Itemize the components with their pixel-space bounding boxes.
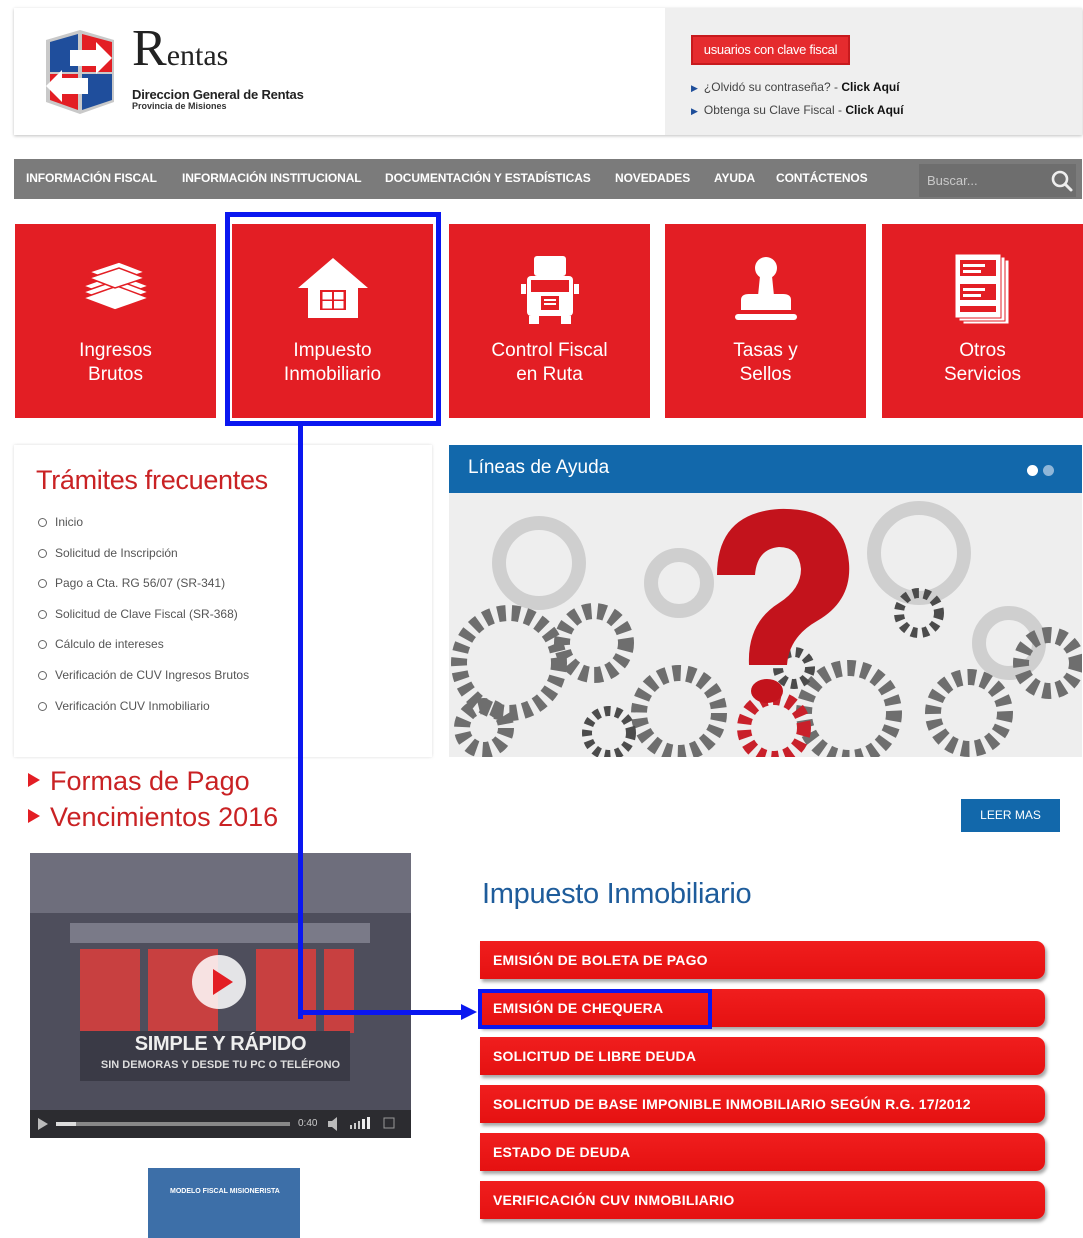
forgot-password-link[interactable]: ▶ ¿Olvidó su contraseña? - Click Aquí (691, 80, 900, 94)
list-item[interactable]: Pago a Cta. RG 56/07 (SR-341) (38, 576, 249, 607)
circle-bullet-icon (38, 701, 47, 711)
highlight-box-chequera (478, 989, 712, 1029)
formas-de-pago-link[interactable]: Formas de Pago (28, 766, 250, 797)
nav-item-documentacion[interactable]: DOCUMENTACIÓN Y ESTADÍSTICAS (385, 171, 591, 185)
tile-ingresos-brutos[interactable]: Ingresos Brutos (15, 224, 216, 418)
clave-fiscal-login-button[interactable]: usuarios con clave fiscal (691, 35, 850, 65)
tile-label: Tasas y Sellos (733, 340, 798, 385)
documents-icon (954, 254, 1009, 325)
bullet-triangle-icon: ▶ (691, 83, 698, 93)
play-icon[interactable] (191, 954, 247, 1010)
list-item[interactable]: Inicio (38, 515, 249, 546)
modelo-fiscal-book-image[interactable]: MODELO FISCAL MISIONERISTA (148, 1168, 300, 1238)
nav-item-informacion-fiscal[interactable]: INFORMACIÓN FISCAL (26, 171, 157, 185)
list-item[interactable]: Cálculo de intereses (38, 637, 249, 668)
lineas-de-ayuda-slider: Líneas de Ayuda (449, 445, 1082, 757)
video-caption: SIMPLE Y RÁPIDO (134, 1033, 307, 1055)
book-title: MODELO FISCAL MISIONERISTA (170, 1188, 280, 1195)
tramites-title: Trámites frecuentes (36, 465, 268, 495)
impuesto-inmobiliario-title: Impuesto Inmobiliario (482, 878, 752, 910)
tile-label: Otros Servicios (943, 340, 1022, 385)
tile-label: Control Fiscal en Ruta (491, 340, 608, 385)
search-input[interactable] (927, 170, 1039, 190)
rentas-logo-icon[interactable] (40, 26, 118, 118)
tile-label: Ingresos Brutos (79, 340, 152, 385)
nav-item-ayuda[interactable]: AYUDA (714, 171, 755, 185)
tile-control-fiscal[interactable]: Control Fiscal en Ruta (449, 224, 650, 418)
connector-line-horizontal (298, 1010, 465, 1015)
tile-otros-servicios[interactable]: Otros Servicios (882, 224, 1083, 418)
list-item[interactable]: Verificación CUV Inmobiliario (38, 699, 249, 730)
circle-bullet-icon (38, 609, 47, 619)
circle-bullet-icon (38, 518, 47, 527)
circle-bullet-icon (38, 640, 47, 650)
circle-bullet-icon (38, 548, 47, 558)
lineas-title-bar: Líneas de Ayuda (449, 445, 1082, 493)
arrow-right-icon (28, 773, 40, 787)
libre-deuda-button[interactable]: SOLICITUD DE LIBRE DEUDA (480, 1037, 1045, 1075)
slider-dot-active[interactable] (1027, 465, 1038, 476)
money-stack-icon (80, 261, 151, 311)
org-province: Provincia de Misiones (132, 101, 227, 111)
estado-deuda-button[interactable]: ESTADO DE DEUDA (480, 1133, 1045, 1171)
circle-bullet-icon (38, 670, 47, 680)
logo-wordmark: Rentas (132, 20, 229, 77)
video-duration: 0:40 (298, 1118, 318, 1129)
arrow-right-icon (28, 809, 40, 823)
stamp-icon (734, 257, 797, 320)
tramites-frecuentes-panel: Trámites frecuentes Inicio Solicitud de … (14, 445, 432, 757)
lineas-title: Líneas de Ayuda (468, 457, 610, 478)
tramites-list: Inicio Solicitud de Inscripción Pago a C… (38, 515, 249, 729)
circle-bullet-icon (38, 579, 47, 589)
slider-dot[interactable] (1043, 465, 1054, 476)
gears-question-image (449, 493, 1082, 757)
nav-item-contactenos[interactable]: CONTÁCTENOS (776, 171, 868, 185)
base-imponible-button[interactable]: SOLICITUD DE BASE IMPONIBLE INMOBILIARIO… (480, 1085, 1045, 1123)
verificacion-cuv-button[interactable]: VERIFICACIÓN CUV INMOBILIARIO (480, 1181, 1045, 1219)
list-item[interactable]: Solicitud de Inscripción (38, 546, 249, 577)
search-icon[interactable] (1049, 168, 1075, 194)
list-item[interactable]: Verificación de CUV Ingresos Brutos (38, 668, 249, 699)
org-name: Direccion General de Rentas (132, 87, 304, 102)
list-item[interactable]: Solicitud de Clave Fiscal (SR-368) (38, 607, 249, 638)
video-controls: 0:40 (30, 1110, 411, 1138)
truck-icon (520, 256, 579, 324)
vencimientos-link[interactable]: Vencimientos 2016 (28, 802, 278, 833)
login-panel: usuarios con clave fiscal ▶ ¿Olvidó su co… (665, 8, 1082, 135)
main-nav: INFORMACIÓN FISCAL INFORMACIÓN INSTITUCI… (14, 159, 1082, 199)
obtain-clave-link[interactable]: ▶ Obtenga su Clave Fiscal - Click Aquí (691, 103, 904, 117)
connector-arrow-icon (461, 1004, 477, 1020)
video-subcaption: SIN DEMORAS Y DESDE TU PC O TELÉFONO (100, 1059, 341, 1071)
highlight-box-inmobiliario (225, 212, 441, 426)
nav-item-informacion-institucional[interactable]: INFORMACIÓN INSTITUCIONAL (182, 171, 362, 185)
bullet-triangle-icon: ▶ (691, 106, 698, 116)
leer-mas-button[interactable]: LEER MAS (961, 799, 1060, 832)
site-header: Rentas Direccion General de Rentas Provi… (14, 8, 1082, 135)
nav-item-novedades[interactable]: NOVEDADES (615, 171, 690, 185)
emision-boleta-button[interactable]: EMISIÓN DE BOLETA DE PAGO (480, 941, 1045, 979)
search-box (919, 164, 1076, 197)
connector-line-vertical (298, 426, 303, 1019)
volume-icon[interactable] (326, 1115, 396, 1133)
video-player[interactable]: SIMPLE Y RÁPIDO SIN DEMORAS Y DESDE TU P… (30, 853, 411, 1138)
tile-tasas-sellos[interactable]: Tasas y Sellos (665, 224, 866, 418)
